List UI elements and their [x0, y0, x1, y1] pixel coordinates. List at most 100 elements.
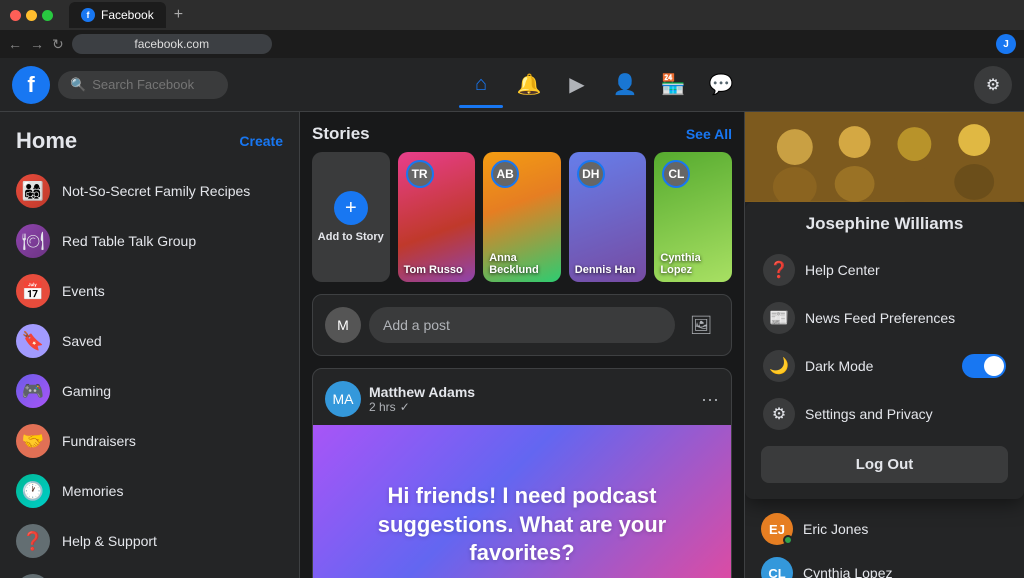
search-input[interactable]: [92, 77, 212, 92]
search-box[interactable]: 🔍: [58, 71, 228, 99]
cover-people-image: [745, 112, 1024, 202]
browser-profile: J: [996, 34, 1016, 54]
browser-chrome: f Facebook +: [0, 0, 1024, 30]
dark-mode-icon: 🌙: [763, 350, 795, 382]
settings-privacy-icon: ⚙: [763, 398, 795, 430]
create-post-row: M Add a post 🖼: [325, 307, 719, 343]
story-card-anna[interactable]: AB Anna Becklund: [483, 152, 561, 282]
maximize-window-button[interactable]: [42, 10, 53, 21]
left-sidebar: Home Create 👨‍👩‍👧‍👦 Not-So-Secret Family…: [0, 112, 300, 578]
tab-favicon: f: [81, 8, 95, 22]
sidebar-item-family-recipes[interactable]: 👨‍👩‍👧‍👦 Not-So-Secret Family Recipes: [8, 166, 291, 216]
photo-button[interactable]: 🖼: [683, 307, 719, 343]
story-name-cynthia: Cynthia Lopez: [660, 252, 726, 276]
close-window-button[interactable]: [10, 10, 21, 21]
gear-button[interactable]: ⚙: [974, 66, 1012, 104]
sidebar-item-label: Gaming: [62, 383, 111, 399]
new-tab-button[interactable]: +: [170, 6, 187, 24]
top-nav: f 🔍 ⌂ 🔔 ▶ 👤 🏪 💬 ⚙: [0, 58, 1024, 112]
story-card-dennis[interactable]: DH Dennis Han: [569, 152, 647, 282]
contact-cynthia-lopez[interactable]: CL Cynthia Lopez: [753, 551, 1016, 578]
sidebar-item-settings[interactable]: ⚙ Settings & Privacy: [8, 566, 291, 578]
contact-avatar-cynthia: CL: [761, 557, 793, 578]
add-to-story-card[interactable]: + Add to Story: [312, 152, 390, 282]
dropdown-help-center[interactable]: ❓ Help Center: [753, 246, 1016, 294]
dark-mode-toggle[interactable]: [962, 354, 1006, 378]
nav-messenger-button[interactable]: 💬: [699, 63, 743, 107]
stories-row: + Add to Story TR Tom Russo AB Anna Beck…: [312, 152, 732, 282]
post-more-button[interactable]: ···: [701, 389, 719, 410]
sidebar-item-gaming[interactable]: 🎮 Gaming: [8, 366, 291, 416]
events-icon: 📅: [16, 274, 50, 308]
saved-icon: 🔖: [16, 324, 50, 358]
contact-name-eric: Eric Jones: [803, 521, 868, 537]
help-center-icon: ❓: [763, 254, 795, 286]
sidebar-header: Home Create: [8, 124, 291, 166]
help-icon: ❓: [16, 524, 50, 558]
nav-center: ⌂ 🔔 ▶ 👤 🏪 💬: [459, 63, 743, 107]
story-name-anna: Anna Becklund: [489, 252, 555, 276]
facebook-logo: f: [12, 66, 50, 104]
sidebar-item-fundraisers[interactable]: 🤝 Fundraisers: [8, 416, 291, 466]
post-card: MA Matthew Adams 2 hrs ✓ ··· Hi friends!…: [312, 368, 732, 578]
nav-profile-button[interactable]: 👤: [603, 63, 647, 107]
contact-eric-jones[interactable]: EJ Eric Jones: [753, 507, 1016, 551]
sidebar-item-events[interactable]: 📅 Events: [8, 266, 291, 316]
online-indicator: [783, 535, 793, 545]
sidebar-item-label: Fundraisers: [62, 433, 136, 449]
post-input[interactable]: Add a post: [369, 307, 675, 343]
add-story-icon: +: [334, 191, 368, 225]
post-meta: 2 hrs ✓: [369, 400, 693, 414]
add-story-label: Add to Story: [318, 231, 384, 243]
right-panel: Josephine Williams ❓ Help Center 📰 News …: [744, 112, 1024, 578]
profile-cover: [745, 112, 1024, 202]
nav-watch-button[interactable]: ▶: [555, 63, 599, 107]
sidebar-item-label: Memories: [62, 483, 123, 499]
sidebar-item-label: Red Table Talk Group: [62, 233, 196, 249]
news-feed-icon: 📰: [763, 302, 795, 334]
story-name-tom: Tom Russo: [404, 264, 470, 276]
post-time: 2 hrs: [369, 400, 396, 414]
story-card-tom[interactable]: TR Tom Russo: [398, 152, 476, 282]
memories-icon: 🕐: [16, 474, 50, 508]
active-tab[interactable]: f Facebook: [69, 2, 166, 28]
nav-notifications-button[interactable]: 🔔: [507, 63, 551, 107]
red-table-icon: 🍽: [16, 224, 50, 258]
sidebar-item-help[interactable]: ❓ Help & Support: [8, 516, 291, 566]
see-all-button[interactable]: See All: [686, 126, 732, 142]
dropdown-dark-mode[interactable]: 🌙 Dark Mode: [753, 342, 1016, 390]
dropdown-settings-privacy[interactable]: ⚙ Settings and Privacy: [753, 390, 1016, 438]
forward-button[interactable]: →: [30, 36, 44, 52]
tab-bar: f Facebook +: [69, 2, 187, 28]
family-recipes-icon: 👨‍👩‍👧‍👦: [16, 174, 50, 208]
story-avatar-cynthia: CL: [662, 160, 690, 188]
address-input[interactable]: [72, 34, 272, 54]
refresh-button[interactable]: ↻: [52, 36, 64, 53]
logout-button[interactable]: Log Out: [761, 446, 1008, 483]
stories-section: Stories See All + Add to Story TR Tom Ru…: [312, 124, 732, 282]
nav-marketplace-button[interactable]: 🏪: [651, 63, 695, 107]
post-author-avatar: MA: [325, 381, 361, 417]
center-feed: Stories See All + Add to Story TR Tom Ru…: [300, 112, 744, 578]
dropdown-news-feed-prefs[interactable]: 📰 News Feed Preferences: [753, 294, 1016, 342]
create-button[interactable]: Create: [239, 133, 283, 149]
dark-mode-label: Dark Mode: [805, 358, 873, 374]
search-icon: 🔍: [70, 77, 86, 93]
post-verified-icon: ✓: [400, 400, 410, 414]
dropdown-menu: Josephine Williams ❓ Help Center 📰 News …: [745, 202, 1024, 499]
nav-home-button[interactable]: ⌂: [459, 63, 503, 107]
story-avatar-tom: TR: [406, 160, 434, 188]
stories-header: Stories See All: [312, 124, 732, 144]
stories-title: Stories: [312, 124, 370, 144]
back-button[interactable]: ←: [8, 36, 22, 52]
address-bar: ← → ↻ J: [0, 30, 1024, 58]
user-avatar: M: [325, 307, 361, 343]
traffic-lights: [10, 10, 53, 21]
sidebar-item-red-table[interactable]: 🍽 Red Table Talk Group: [8, 216, 291, 266]
story-card-cynthia[interactable]: CL Cynthia Lopez: [654, 152, 732, 282]
minimize-window-button[interactable]: [26, 10, 37, 21]
sidebar-item-saved[interactable]: 🔖 Saved: [8, 316, 291, 366]
sidebar-item-label: Saved: [62, 333, 102, 349]
sidebar-title: Home: [16, 128, 77, 154]
sidebar-item-memories[interactable]: 🕐 Memories: [8, 466, 291, 516]
